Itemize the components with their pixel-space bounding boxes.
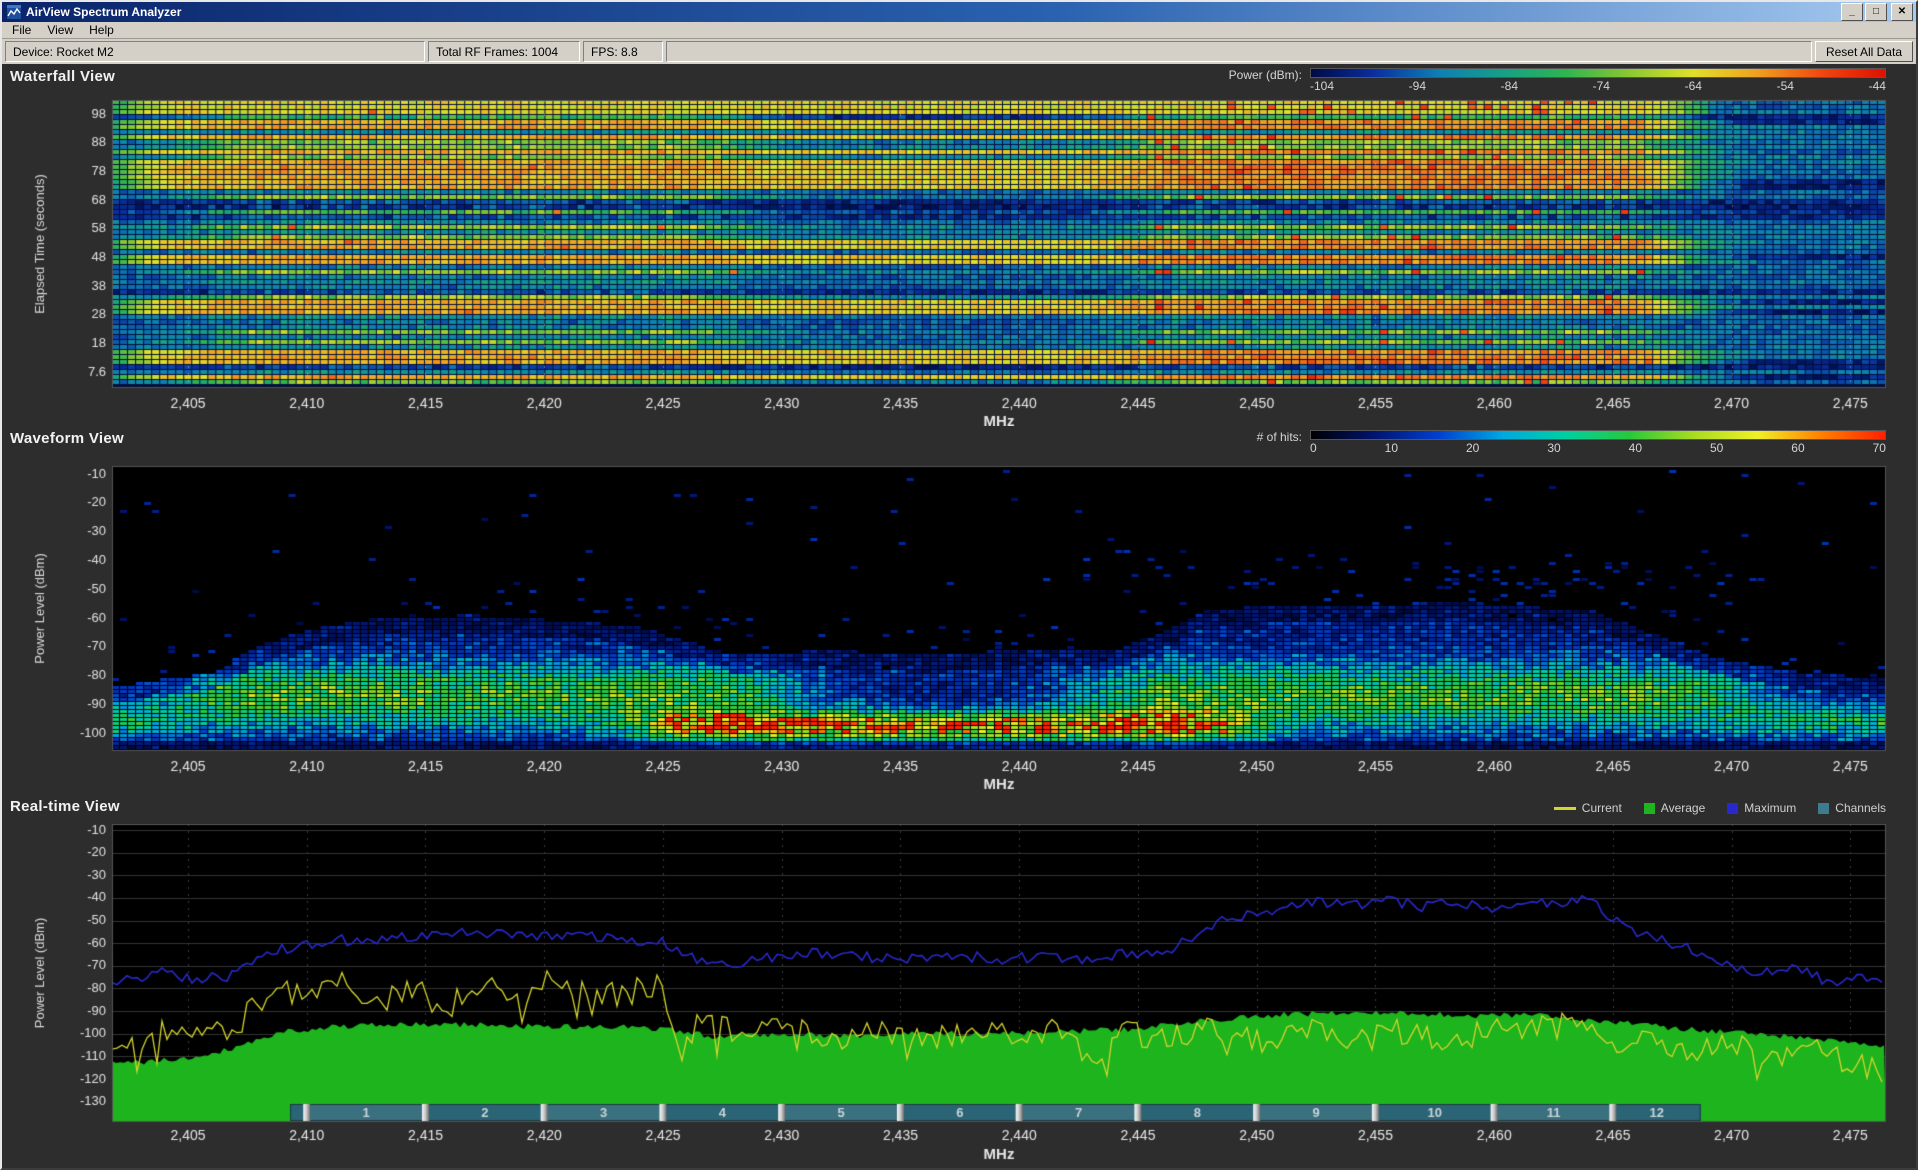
realtime-line-chart-canvas [2,824,1916,1168]
current-line-swatch [1554,807,1576,810]
menu-file[interactable]: File [4,22,39,38]
colorbar-tick-label: -74 [1593,79,1610,93]
app-window: AirView Spectrum Analyzer _ □ ✕ File Vie… [0,0,1918,1170]
waveform-title: Waveform View [10,430,124,447]
colorbar-tick-label: -54 [1777,79,1794,93]
device-status: Device: Rocket M2 [5,41,425,62]
hits-colorbar-gradient [1310,430,1886,440]
menu-help[interactable]: Help [81,22,122,38]
realtime-header: Real-time View Current Average Maximum C… [2,794,1916,824]
hits-colorbar-ticks: 0 10 20 30 40 50 60 70 [1310,441,1886,455]
colorbar-tick-label: 0 [1310,441,1317,455]
minimize-button[interactable]: _ [1841,3,1863,21]
colorbar-tick-label: 20 [1466,441,1479,455]
colorbar-tick-label: -94 [1409,79,1426,93]
legend-average: Average [1644,801,1705,815]
colorbar-tick-label: -64 [1685,79,1702,93]
menu-bar: File View Help [2,22,1916,39]
legend-channels: Channels [1818,801,1886,815]
window-title: AirView Spectrum Analyzer [26,5,1841,19]
waveform-header: Waveform View # of hits: 0 10 20 30 40 50 60 70 [2,426,1916,464]
colorbar-tick-label: -44 [1869,79,1886,93]
power-colorbar-label: Power (dBm): [1229,68,1302,82]
legend-current: Current [1554,801,1622,815]
power-colorbar-legend: Power (dBm): -104 -94 -84 -74 -64 -54 -44 [1229,68,1886,93]
legend-average-label: Average [1661,801,1705,815]
colorbar-tick-label: 40 [1629,441,1642,455]
power-colorbar-gradient [1310,68,1886,78]
hits-colorbar-label: # of hits: [1257,430,1302,444]
maximize-button[interactable]: □ [1865,3,1887,21]
colorbar-tick-label: 60 [1791,441,1804,455]
channels-swatch [1818,803,1829,814]
waterfall-header: Waterfall View Power (dBm): -104 -94 -84 -7… [2,64,1916,96]
status-spacer [666,41,1812,62]
waveform-persistence-canvas [2,464,1916,794]
realtime-title: Real-time View [10,798,120,815]
maximum-swatch [1727,803,1738,814]
colorbar-tick-label: -84 [1501,79,1518,93]
hits-colorbar-legend: # of hits: 0 10 20 30 40 50 60 70 [1257,430,1886,455]
fps-status: FPS: 8.8 [583,41,663,62]
waterfall-heatmap-canvas [2,96,1916,426]
power-colorbar-ticks: -104 -94 -84 -74 -64 -54 -44 [1310,79,1886,93]
legend-current-label: Current [1582,801,1622,815]
colorbar-tick-label: 10 [1385,441,1398,455]
legend-channels-label: Channels [1835,801,1886,815]
reset-all-data-button[interactable]: Reset All Data [1815,41,1913,62]
realtime-legend: Current Average Maximum Channels [1554,801,1886,815]
colorbar-tick-label: 50 [1710,441,1723,455]
average-swatch [1644,803,1655,814]
colorbar-tick-label: 70 [1873,441,1886,455]
rf-frames-status: Total RF Frames: 1004 [428,41,580,62]
status-bar: Device: Rocket M2 Total RF Frames: 1004 … [2,39,1916,64]
colorbar-tick-label: 30 [1547,441,1560,455]
legend-maximum-label: Maximum [1744,801,1796,815]
title-bar: AirView Spectrum Analyzer _ □ ✕ [2,2,1916,22]
colorbar-tick-label: -104 [1310,79,1334,93]
waterfall-title: Waterfall View [10,68,115,85]
menu-view[interactable]: View [39,22,81,38]
app-icon [7,5,21,19]
window-controls: _ □ ✕ [1841,3,1913,21]
close-button[interactable]: ✕ [1891,3,1913,21]
legend-maximum: Maximum [1727,801,1796,815]
